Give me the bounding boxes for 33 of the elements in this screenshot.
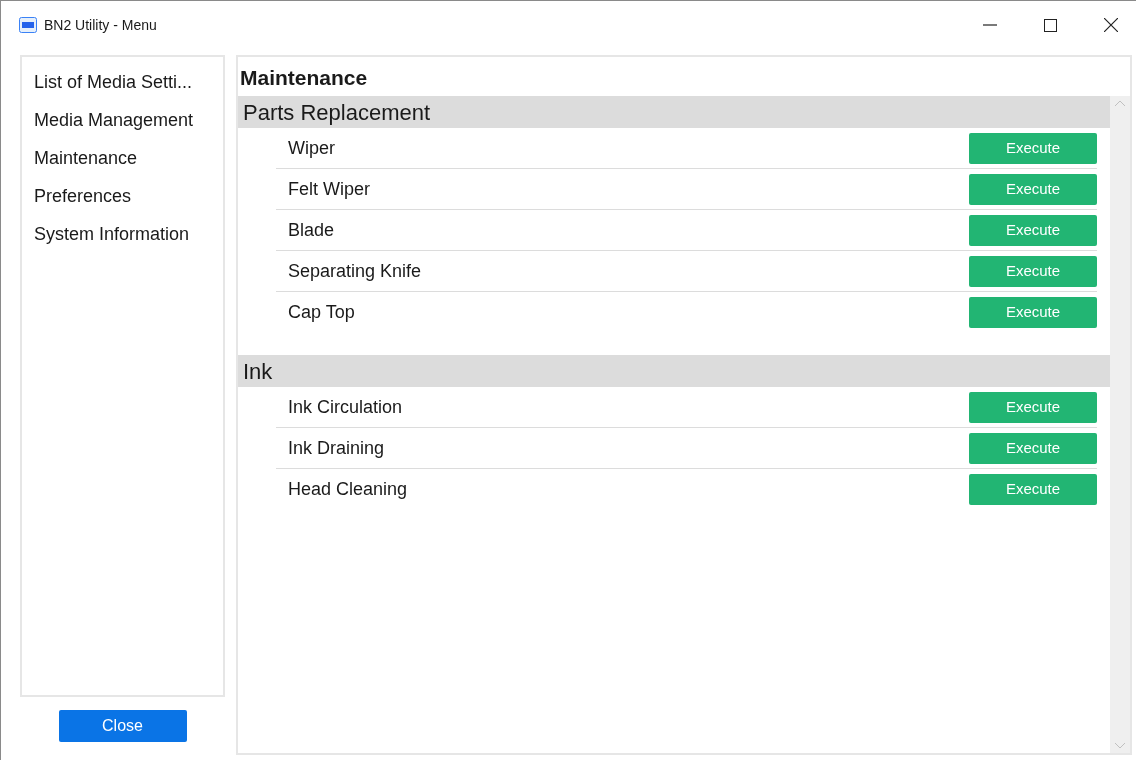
execute-button[interactable]: Execute [969, 132, 1097, 164]
execute-button[interactable]: Execute [969, 474, 1097, 505]
execute-button[interactable]: Execute [969, 297, 1097, 328]
scroll-up-icon[interactable] [1115, 100, 1125, 106]
execute-button[interactable]: Execute [969, 173, 1097, 205]
execute-button[interactable]: Execute [969, 391, 1097, 423]
section-header: Parts Replacement [238, 96, 1110, 128]
row-label: Separating Knife [287, 259, 423, 283]
panel-title: Maintenance [239, 64, 369, 91]
sidebar-item[interactable]: Maintenance [22, 139, 223, 177]
sidebar-item[interactable]: List of Media Setti... [22, 63, 223, 101]
execute-button[interactable]: Execute [969, 214, 1097, 246]
row-label: Ink Circulation [287, 395, 404, 419]
row-label: Cap Top [287, 301, 356, 324]
execute-button[interactable]: Execute [969, 255, 1097, 287]
execute-button[interactable]: Execute [969, 432, 1097, 464]
row-label: Ink Draining [287, 436, 386, 460]
close-icon[interactable] [1104, 18, 1118, 32]
scrollbar[interactable] [1110, 96, 1130, 753]
row-label: Wiper [287, 136, 336, 160]
sidebar-item[interactable]: Preferences [22, 177, 223, 215]
row-label: Blade [287, 218, 336, 242]
section-header: Ink [238, 355, 1110, 387]
close-button[interactable]: Close [58, 710, 187, 742]
minimize-icon[interactable] [983, 24, 997, 26]
row-label: Head Cleaning [287, 478, 409, 501]
window-title: BN2 Utility - Menu [44, 15, 157, 35]
row-label: Felt Wiper [287, 177, 371, 201]
sidebar-item[interactable]: Media Management [22, 101, 223, 139]
scroll-down-icon[interactable] [1115, 743, 1125, 749]
app-logo-icon [19, 17, 37, 33]
sidebar-item[interactable]: System Information [22, 215, 223, 253]
maximize-icon[interactable] [1044, 18, 1057, 32]
